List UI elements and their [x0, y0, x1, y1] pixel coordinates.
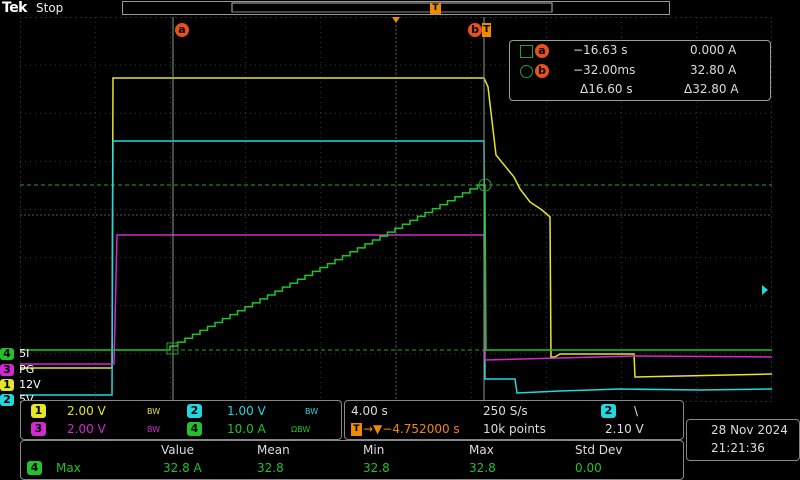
cursor-delta-value: Δ32.80 A: [684, 82, 739, 96]
meas-value: 32.8 A: [163, 461, 202, 475]
meas-header-value: Value: [161, 443, 194, 457]
trigger-position-marker: T: [430, 3, 441, 14]
ch1-bw-limit: BW: [147, 407, 161, 416]
acquisition-status[interactable]: Stop: [36, 1, 63, 15]
meas-stddev: 0.00: [575, 461, 602, 475]
ch2-bw-limit: BW: [305, 407, 319, 416]
ch4-scale[interactable]: 10.0 A: [227, 422, 266, 436]
meas-header-stddev: Std Dev: [575, 443, 623, 457]
ch1-scale[interactable]: 2.00 V: [67, 404, 106, 418]
cursor-b-circle-icon: [520, 65, 533, 78]
cursor-delta-time: Δ16.60 s: [580, 82, 633, 96]
record-view-bar[interactable]: [122, 0, 670, 16]
meas-max: 32.8: [469, 461, 496, 475]
trigger-source-badge[interactable]: 2: [601, 404, 616, 418]
meas-channel-badge[interactable]: 4: [27, 461, 42, 475]
ch2-settings-badge[interactable]: 2: [187, 404, 202, 418]
cursor-readout[interactable]: a −16.63 s 0.000 A b −32.00ms 32.80 A Δ1…: [509, 40, 771, 101]
cursor-b-readout-badge: b: [535, 64, 549, 78]
ch3-settings-badge[interactable]: 3: [31, 422, 46, 436]
ch2-badge: 2: [0, 394, 14, 406]
timebase-trigger-panel[interactable]: 4.00 s 250 S/s 2 \ T →▼−4.752000 s 10k p…: [344, 400, 684, 440]
ch1-settings-badge[interactable]: 1: [31, 404, 46, 418]
time-per-div[interactable]: 4.00 s: [351, 404, 388, 418]
ch2-scale[interactable]: 1.00 V: [227, 404, 266, 418]
time: 21:21:36: [711, 441, 765, 455]
meas-mean: 32.8: [257, 461, 284, 475]
cursor-a-time: −16.63 s: [573, 43, 628, 57]
meas-min: 32.8: [363, 461, 390, 475]
cursor-b-value: 32.80 A: [690, 63, 737, 77]
trigger-offset-icon: T: [351, 423, 362, 436]
cursor-a-value: 0.000 A: [690, 43, 737, 57]
measurement-panel[interactable]: Value Mean Min Max Std Dev 4 Max 32.8 A …: [20, 440, 684, 480]
trigger-level[interactable]: 2.10 V: [605, 422, 644, 436]
tek-logo: Tek: [2, 0, 28, 16]
trigger-indicator: T: [482, 23, 491, 37]
trigger-level-arrow[interactable]: [762, 285, 768, 295]
record-length[interactable]: 10k points: [483, 422, 546, 436]
date: 28 Nov 2024: [711, 423, 788, 437]
cursor-a-readout-badge: a: [535, 44, 549, 58]
cursor-b-time: −32.00ms: [573, 63, 636, 77]
channel-settings-panel[interactable]: 1 2.00 V BW 2 1.00 V BW 3 2.00 V BW 4 10…: [20, 400, 342, 440]
trigger-time-arrow[interactable]: [392, 17, 400, 23]
sample-rate: 250 S/s: [483, 404, 528, 418]
top-bar: Tek Stop T: [0, 0, 800, 18]
meas-type[interactable]: Max: [56, 461, 81, 475]
datetime-panel: 28 Nov 2024 21:21:36: [686, 419, 800, 461]
ch4-bw-limit: ΩBW: [291, 425, 311, 434]
cursor-b-badge[interactable]: b: [468, 23, 482, 37]
trigger-offset[interactable]: →▼−4.752000 s: [363, 422, 460, 436]
meas-header-max: Max: [469, 443, 494, 457]
cursor-a-square-icon: [520, 45, 533, 58]
meas-header-min: Min: [363, 443, 385, 457]
ch3-scale[interactable]: 2.00 V: [67, 422, 106, 436]
cursor-a-badge[interactable]: a: [175, 23, 189, 37]
trigger-slope-icon: \: [634, 404, 639, 418]
ch4-settings-badge[interactable]: 4: [187, 422, 202, 436]
ch3-bw-limit: BW: [147, 425, 161, 434]
meas-header-mean: Mean: [257, 443, 290, 457]
